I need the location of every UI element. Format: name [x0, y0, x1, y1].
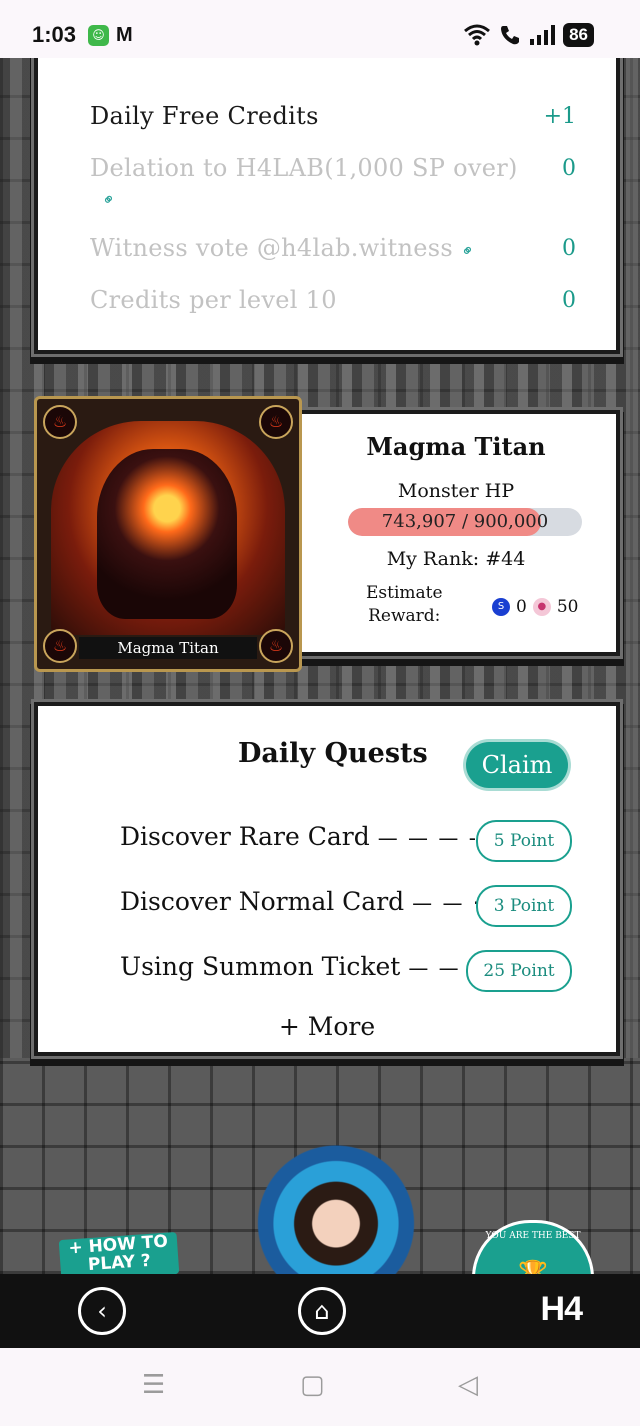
- system-navigation-bar: ☰ ▢ ◁: [0, 1348, 640, 1426]
- boss-card-name: Magma Titan: [79, 637, 257, 659]
- fire-icon: ♨: [259, 629, 293, 663]
- link-icon[interactable]: ⚭: [456, 239, 479, 262]
- reward-token-value: 50: [556, 597, 579, 617]
- home-icon[interactable]: ⌂: [298, 1287, 346, 1335]
- battery-indicator: 86: [563, 23, 594, 47]
- quest-label: Discover Normal Card: [120, 887, 405, 916]
- my-rank: My Rank: #44: [386, 548, 526, 570]
- status-time: 1:03: [32, 22, 77, 47]
- fire-icon: ♨: [43, 629, 77, 663]
- quest-points-pill: 25 Point: [466, 950, 572, 992]
- app-notification-icon: ☺: [88, 25, 109, 46]
- credit-row-daily-free: Daily Free Credits: [90, 102, 319, 130]
- claim-button[interactable]: Claim: [466, 742, 568, 788]
- quest-row: Using Summon Ticket — —: [120, 952, 461, 981]
- boss-monster-figure: [97, 449, 237, 619]
- quest-points-pill: 3 Point: [476, 885, 572, 927]
- boss-info-panel: Magma Titan Monster HP 743,907 / 900,000…: [296, 410, 620, 656]
- logo-text: H4: [540, 1290, 583, 1328]
- more-quests-link[interactable]: + More: [38, 1012, 616, 1041]
- status-icons: 86: [463, 22, 594, 48]
- reward-steem-value: 0: [516, 597, 527, 617]
- quest-leader: — —: [408, 956, 461, 980]
- h4-logo[interactable]: H4: [540, 1290, 583, 1329]
- quest-row: Discover Normal Card — — ·: [120, 887, 481, 916]
- quest-label: Discover Rare Card: [120, 822, 370, 851]
- fire-icon: ♨: [259, 405, 293, 439]
- quest-row: Discover Rare Card — — — -: [120, 822, 478, 851]
- call-icon: [501, 26, 520, 45]
- reward-label-line2: Reward:: [368, 606, 441, 626]
- hp-bar: 743,907 / 900,000: [348, 508, 582, 536]
- reward-label-line1: Estimate: [366, 583, 443, 603]
- recent-apps-icon[interactable]: ☰: [142, 1370, 165, 1400]
- back-icon[interactable]: ‹: [78, 1287, 126, 1335]
- daily-quests-panel: Daily Quests Claim Discover Rare Card — …: [34, 702, 620, 1056]
- how-to-play-label: + HOW TO PLAY ?: [67, 1231, 169, 1276]
- back-triangle-icon[interactable]: ◁: [458, 1370, 478, 1400]
- quest-leader: — — — -: [377, 826, 478, 850]
- hp-text: 743,907 / 900,000: [381, 511, 549, 532]
- credit-label: Delation to H4LAB(1,000 SP over): [90, 154, 518, 182]
- quest-points-pill: 5 Point: [476, 820, 572, 862]
- trophy-text: YOU ARE THE BEST: [485, 1231, 581, 1241]
- credit-value: 0: [562, 288, 576, 313]
- credit-row-delegation: Delation to H4LAB(1,000 SP over): [90, 154, 518, 182]
- credit-value: 0: [562, 236, 576, 261]
- credit-label: Daily Free Credits: [90, 102, 319, 130]
- boss-title: Magma Titan: [366, 432, 546, 461]
- signal-icon: [530, 25, 556, 45]
- credit-value: +1: [543, 104, 576, 129]
- fire-icon: ♨: [43, 405, 77, 439]
- status-bar: 1:03 ☺ M 86: [0, 0, 640, 58]
- credit-row-witness: Witness vote @h4lab.witness ⚭: [90, 234, 479, 262]
- token-icon: ●: [532, 598, 551, 616]
- reward-label: Estimate Reward:: [366, 582, 443, 628]
- credit-row-level: Credits per level 10: [90, 286, 337, 314]
- credits-panel: Daily Free Credits +1 Delation to H4LAB(…: [34, 52, 620, 354]
- quest-leader: — — ·: [412, 891, 482, 915]
- credit-value: 0: [562, 156, 576, 181]
- hp-label: Monster HP: [397, 480, 515, 502]
- link-icon[interactable]: ⚭: [97, 188, 120, 211]
- quest-label: Using Summon Ticket: [120, 952, 401, 981]
- wifi-icon: [464, 24, 491, 46]
- reward-values: S 0 ● 50: [492, 597, 578, 617]
- boss-card[interactable]: ♨ ♨ ♨ ♨ Magma Titan: [34, 396, 302, 672]
- steem-icon: S: [492, 598, 510, 616]
- app-navigation-bar: ‹ ⌂ H4: [0, 1274, 640, 1348]
- home-square-icon[interactable]: ▢: [300, 1370, 325, 1400]
- credit-label: Credits per level 10: [90, 286, 337, 314]
- credit-label: Witness vote @h4lab.witness: [90, 234, 453, 262]
- quests-title: Daily Quests: [238, 738, 428, 769]
- mail-icon: M: [116, 24, 133, 46]
